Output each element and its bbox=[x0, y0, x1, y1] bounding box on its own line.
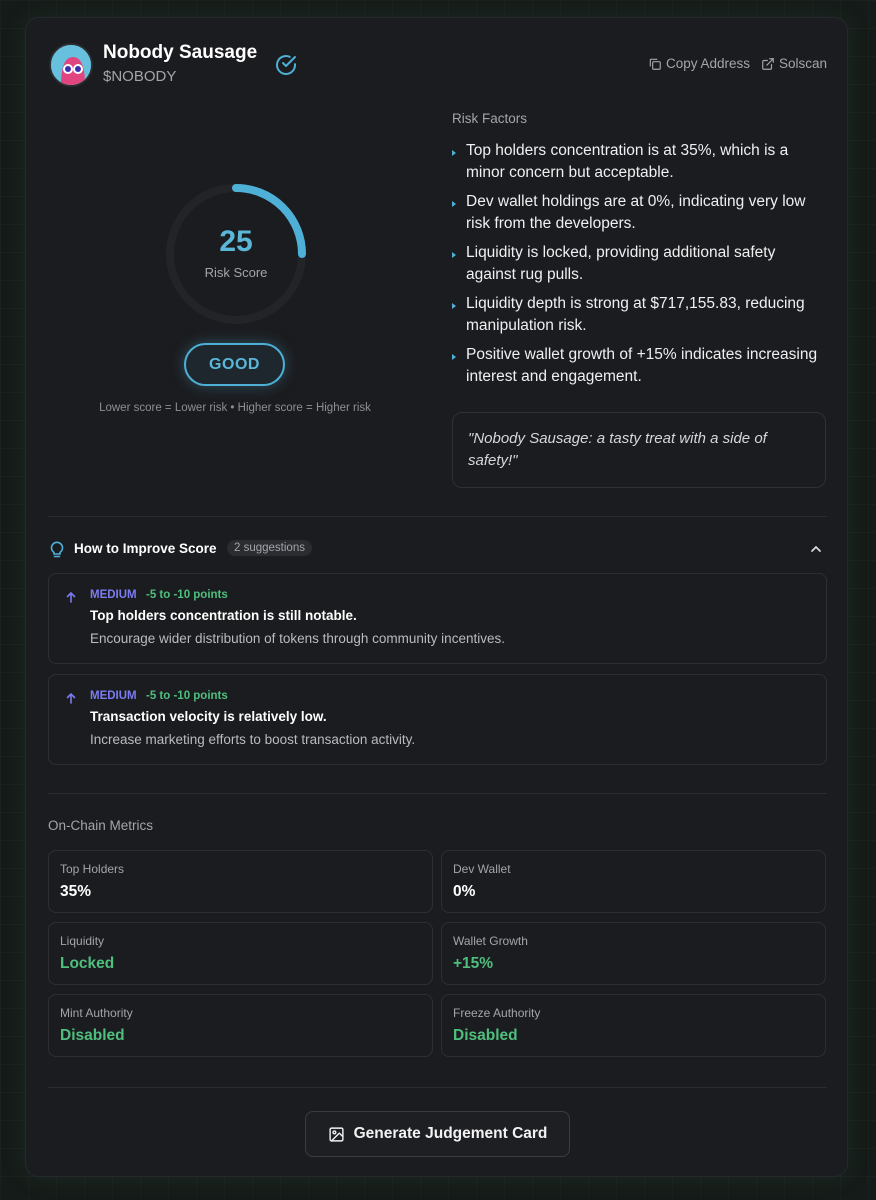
suggestion-card: MEDIUM -5 to -10 points Transaction velo… bbox=[48, 674, 827, 765]
suggestion-description: Encourage wider distribution of tokens t… bbox=[90, 631, 505, 646]
suggestion-points: -5 to -10 points bbox=[146, 589, 228, 601]
generate-button-label: Generate Judgement Card bbox=[353, 1125, 548, 1142]
on-chain-metrics-title: On-Chain Metrics bbox=[48, 818, 154, 833]
metric-dev-wallet: Dev Wallet 0% bbox=[441, 850, 826, 913]
risk-factors-title: Risk Factors bbox=[452, 111, 528, 126]
bullet-arrow-icon bbox=[452, 303, 456, 309]
chevron-up-icon[interactable] bbox=[809, 542, 823, 556]
lightbulb-icon bbox=[50, 541, 64, 558]
bullet-arrow-icon bbox=[452, 201, 456, 207]
token-ticker: $NOBODY bbox=[103, 68, 177, 85]
suggestion-level: MEDIUM bbox=[90, 690, 137, 702]
external-link-icon bbox=[762, 57, 774, 70]
token-avatar bbox=[49, 43, 93, 87]
section-divider bbox=[48, 793, 827, 794]
metric-freeze-authority: Freeze Authority Disabled bbox=[441, 994, 826, 1057]
arrow-up-icon bbox=[66, 591, 76, 603]
rating-badge: GOOD bbox=[184, 343, 285, 386]
copy-address-label: Copy Address bbox=[666, 56, 751, 71]
risk-score-label: Risk Score bbox=[204, 265, 268, 280]
solscan-link[interactable]: Solscan bbox=[761, 56, 827, 71]
bullet-arrow-icon bbox=[452, 150, 456, 156]
risk-factors-list: Top holders concentration is at 35%, whi… bbox=[452, 140, 827, 395]
metric-wallet-growth: Wallet Growth +15% bbox=[441, 922, 826, 985]
bullet-arrow-icon bbox=[452, 354, 456, 360]
suggestion-title: Top holders concentration is still notab… bbox=[90, 608, 357, 623]
section-divider bbox=[48, 1087, 827, 1088]
suggestion-count-badge: 2 suggestions bbox=[227, 540, 312, 556]
improve-score-title: How to Improve Score bbox=[74, 541, 217, 556]
suggestion-title: Transaction velocity is relatively low. bbox=[90, 709, 327, 724]
token-name: Nobody Sausage bbox=[103, 42, 258, 63]
risk-factor-item: Liquidity is locked, providing additiona… bbox=[452, 242, 827, 286]
token-analysis-card: Nobody Sausage $NOBODY Copy Address Sols… bbox=[25, 17, 848, 1177]
metric-top-holders: Top Holders 35% bbox=[48, 850, 433, 913]
copy-icon bbox=[649, 58, 661, 70]
suggestion-points: -5 to -10 points bbox=[146, 690, 228, 702]
solscan-label: Solscan bbox=[779, 56, 828, 71]
metric-mint-authority: Mint Authority Disabled bbox=[48, 994, 433, 1057]
metric-liquidity: Liquidity Locked bbox=[48, 922, 433, 985]
risk-score-value: 25 bbox=[219, 225, 253, 258]
risk-factor-item: Dev wallet holdings are at 0%, indicatin… bbox=[452, 191, 827, 235]
suggestion-description: Increase marketing efforts to boost tran… bbox=[90, 732, 416, 747]
risk-factor-item: Top holders concentration is at 35%, whi… bbox=[452, 140, 827, 184]
risk-factor-item: Liquidity depth is strong at $717,155.83… bbox=[452, 293, 827, 337]
section-divider bbox=[48, 516, 827, 517]
risk-factor-item: Positive wallet growth of +15% indicates… bbox=[452, 344, 827, 388]
token-quote: "Nobody Sausage: a tasty treat with a si… bbox=[452, 412, 826, 488]
suggestion-card: MEDIUM -5 to -10 points Top holders conc… bbox=[48, 573, 827, 664]
suggestion-level: MEDIUM bbox=[90, 589, 137, 601]
generate-judgement-card-button[interactable]: Generate Judgement Card bbox=[305, 1111, 570, 1157]
arrow-up-icon bbox=[66, 692, 76, 704]
score-scale-note: Lower score = Lower risk • Higher score … bbox=[99, 402, 371, 414]
image-icon bbox=[329, 1126, 344, 1142]
verified-check-icon bbox=[276, 55, 296, 75]
copy-address-button[interactable]: Copy Address bbox=[648, 56, 750, 71]
bullet-arrow-icon bbox=[452, 252, 456, 258]
